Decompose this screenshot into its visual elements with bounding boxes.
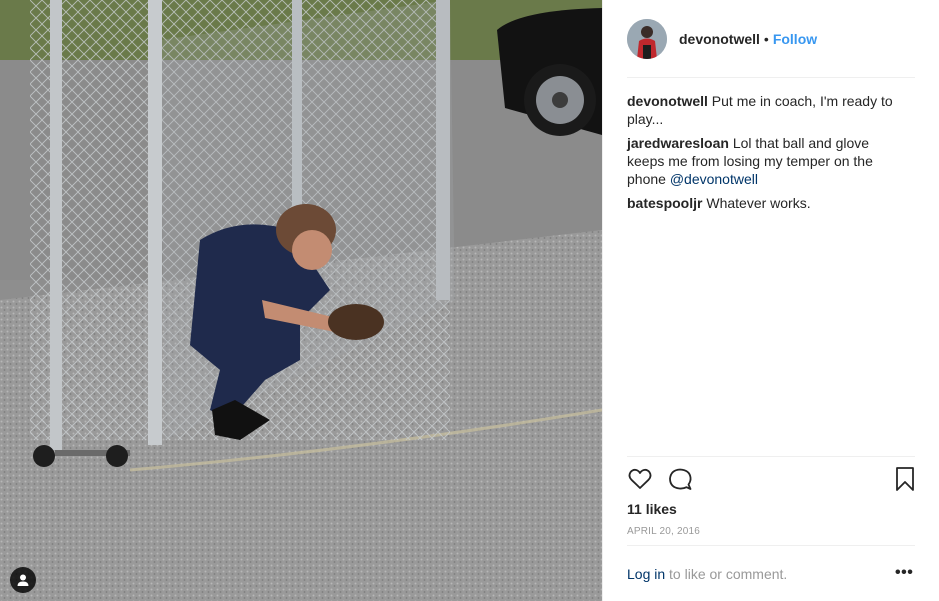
divider — [627, 545, 915, 546]
comment-item: batespooljr Whatever works. — [627, 194, 903, 212]
mention-link[interactable]: @devonotwell — [670, 171, 758, 187]
login-link[interactable]: Log in — [627, 566, 665, 582]
follow-button[interactable]: Follow — [773, 31, 817, 47]
speech-bubble-icon[interactable] — [667, 466, 693, 497]
login-suffix: to like or comment. — [669, 566, 788, 582]
action-bar — [627, 466, 917, 494]
more-options-icon[interactable]: ••• — [895, 564, 913, 582]
post-sidebar: devonotwell • Follow devonotwell Put me … — [602, 0, 939, 601]
separator-dot: • — [763, 31, 769, 47]
comment-caption: devonotwell Put me in coach, I'm ready t… — [627, 92, 903, 128]
divider — [627, 456, 915, 457]
post-header: devonotwell • Follow — [627, 17, 817, 61]
comment-list: devonotwell Put me in coach, I'm ready t… — [627, 92, 903, 218]
comment-username[interactable]: jaredwaresloan — [627, 135, 729, 151]
header-username[interactable]: devonotwell — [679, 31, 760, 47]
login-prompt: Log in to like or comment. — [627, 566, 787, 582]
comment-item: jaredwaresloan Lol that ball and glove k… — [627, 134, 903, 188]
heart-outline-icon[interactable] — [627, 466, 653, 497]
avatar[interactable] — [627, 19, 667, 59]
divider — [627, 77, 915, 78]
bookmark-icon[interactable] — [893, 466, 917, 497]
comment-username[interactable]: devonotwell — [627, 93, 708, 109]
comment-text: Whatever works. — [706, 195, 811, 211]
comment-username[interactable]: batespooljr — [627, 195, 702, 211]
user-tag-icon[interactable] — [10, 567, 36, 593]
post-date[interactable]: APRIL 20, 2016 — [627, 526, 700, 537]
photo-scene — [0, 0, 602, 601]
post-photo[interactable] — [0, 0, 602, 601]
like-count[interactable]: 11 likes — [627, 501, 677, 517]
